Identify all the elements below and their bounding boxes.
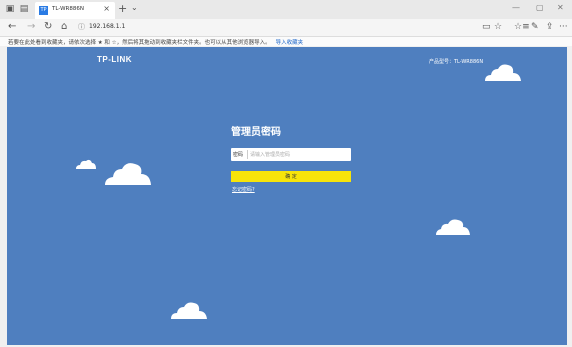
new-tab-button[interactable]: + [118,2,127,15]
browser-navbar: ← → ↻ ⌂ ⓘ 192.168.1.1 ▭ ☆ ☆≡ ✎ ⇪ ··· [0,19,572,37]
tplink-logo: TP-LINK [97,55,133,64]
forgot-password-link[interactable]: 忘记密码? [232,186,255,193]
cloud-icon [171,302,207,319]
cloud-icon [105,163,151,185]
favorites-hint: 若要在此处看到收藏夹，请依次选择 ★ 和 ☆，然后将其拖动到收藏夹栏文件夹。也可… [8,38,303,46]
cloud-icon [436,219,470,235]
share-icon[interactable]: ⇪ [546,22,554,32]
minimize-button[interactable]: — [512,3,520,12]
refresh-button[interactable]: ↻ [44,21,52,32]
favorites-bar: 若要在此处看到收藏夹，请依次选择 ★ 和 ☆，然后将其拖动到收藏夹栏文件夹。也可… [0,37,572,46]
cloud-icon [76,159,96,169]
page-title: 管理员密码 [231,127,281,138]
active-tab[interactable]: TP TL-WR886N × [35,2,115,19]
password-label: 密码 [233,152,244,158]
router-login-page: TP-LINK 产品型号：TL-WR886N 管理员密码 密码 确 定 忘记密码… [7,47,567,345]
tab-close-icon[interactable]: × [103,4,110,13]
favorites-hint-text: 若要在此处看到收藏夹，请依次选择 ★ 和 ☆，然后将其拖动到收藏夹栏文件夹。也可… [8,40,271,46]
tab-title: TL-WR886N [52,6,84,12]
tab-list-chevron-icon[interactable]: ⌄ [131,3,138,12]
reading-view-icon[interactable]: ▭ [482,22,491,32]
web-notes-icon[interactable]: ✎ [531,22,539,32]
site-info-icon[interactable]: ⓘ [78,22,85,32]
home-button[interactable]: ⌂ [61,21,67,32]
favorite-star-icon[interactable]: ☆ [494,22,502,32]
close-window-button[interactable]: ✕ [557,3,564,12]
browser-titlebar: ▣ ▤ TP TL-WR886N × + ⌄ — ▢ ✕ [0,0,572,19]
forward-button[interactable]: → [27,21,35,32]
password-field[interactable]: 密码 [231,148,351,161]
cloud-icon [485,64,521,81]
tplink-favicon-icon: TP [39,6,48,15]
more-menu-icon[interactable]: ··· [559,22,568,32]
url-text[interactable]: 192.168.1.1 [89,23,125,30]
tab-preview-icon[interactable]: ▤ [19,4,29,14]
address-bar[interactable]: ⓘ 192.168.1.1 [78,22,476,33]
confirm-button[interactable]: 确 定 [231,171,351,182]
import-favorites-link[interactable]: 导入收藏夹 [276,40,304,46]
password-input[interactable] [250,149,349,160]
field-divider [247,150,248,159]
product-model: 产品型号：TL-WR886N [429,59,484,65]
favorites-hub-icon[interactable]: ☆≡ [514,22,530,32]
tab-actions-icon[interactable]: ▣ [5,4,15,14]
back-button[interactable]: ← [8,21,16,32]
maximize-button[interactable]: ▢ [536,3,544,12]
